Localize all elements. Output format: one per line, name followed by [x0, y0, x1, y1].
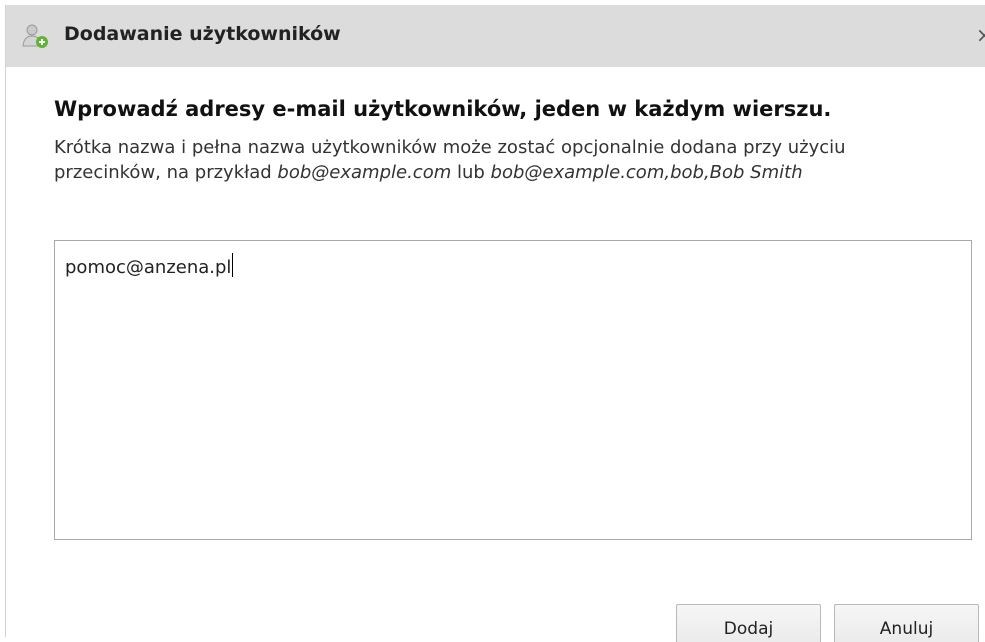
emails-textarea[interactable]: pomoc@anzena.pl: [54, 240, 972, 540]
add-user-icon: [20, 22, 50, 50]
textarea-value: pomoc@anzena.pl: [65, 253, 234, 278]
dialog-titlebar[interactable]: Dodawanie użytkowników ×: [6, 5, 985, 67]
example-email: bob@example.com: [277, 162, 452, 183]
example-full: bob@example.com,bob,Bob Smith: [490, 162, 803, 183]
text-caret: [232, 253, 234, 277]
page: Dodawanie użytkowników × Wprowadź adresy…: [0, 0, 985, 642]
add-users-dialog: Dodawanie użytkowników × Wprowadź adresy…: [5, 5, 985, 642]
email-entry: pomoc@anzena.pl: [65, 257, 232, 278]
dialog-content: Wprowadź adresy e-mail użytkowników, jed…: [6, 67, 985, 642]
description-connector: lub: [451, 162, 491, 183]
instruction-heading: Wprowadź adresy e-mail użytkowników, jed…: [54, 97, 832, 121]
close-icon[interactable]: ×: [976, 21, 985, 49]
add-button[interactable]: Dodaj: [676, 604, 821, 642]
cancel-button[interactable]: Anuluj: [834, 604, 979, 642]
instruction-description: Krótka nazwa i pełna nazwa użytkowników …: [54, 135, 954, 185]
dialog-title: Dodawanie użytkowników: [64, 23, 341, 45]
